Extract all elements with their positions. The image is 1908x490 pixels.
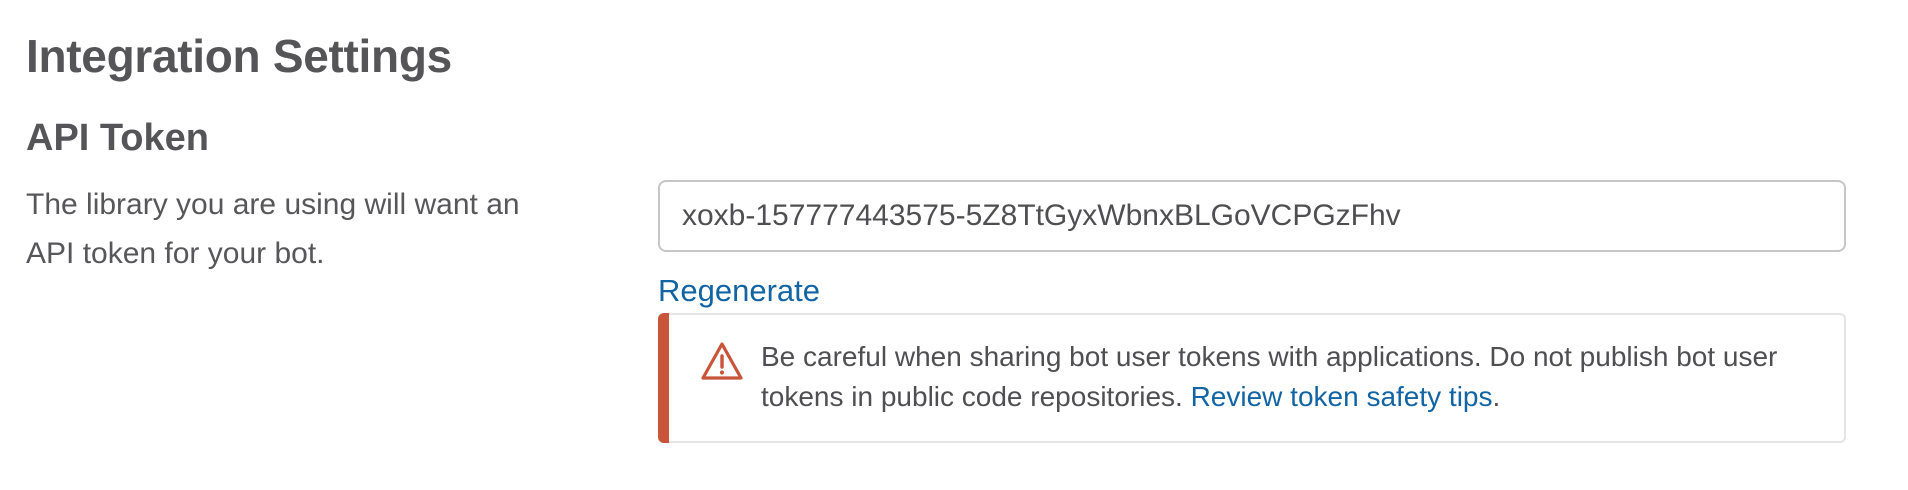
integration-settings-page: Integration Settings API Token The libra… — [0, 0, 1908, 490]
warning-trailing-period: . — [1492, 381, 1501, 412]
api-token-description: The library you are using will want an A… — [26, 188, 520, 270]
page-title: Integration Settings — [26, 30, 452, 82]
review-token-safety-tips-link[interactable]: Review token safety tips — [1191, 381, 1493, 412]
warning-accent-bar — [658, 313, 669, 443]
api-token-heading: API Token — [26, 117, 209, 159]
token-warning-callout: Be careful when sharing bot user tokens … — [658, 313, 1846, 443]
api-token-input[interactable] — [658, 180, 1846, 252]
warning-triangle-icon — [701, 342, 743, 380]
regenerate-link[interactable]: Regenerate — [658, 271, 820, 311]
warning-message: Be careful when sharing bot user tokens … — [761, 337, 1814, 417]
